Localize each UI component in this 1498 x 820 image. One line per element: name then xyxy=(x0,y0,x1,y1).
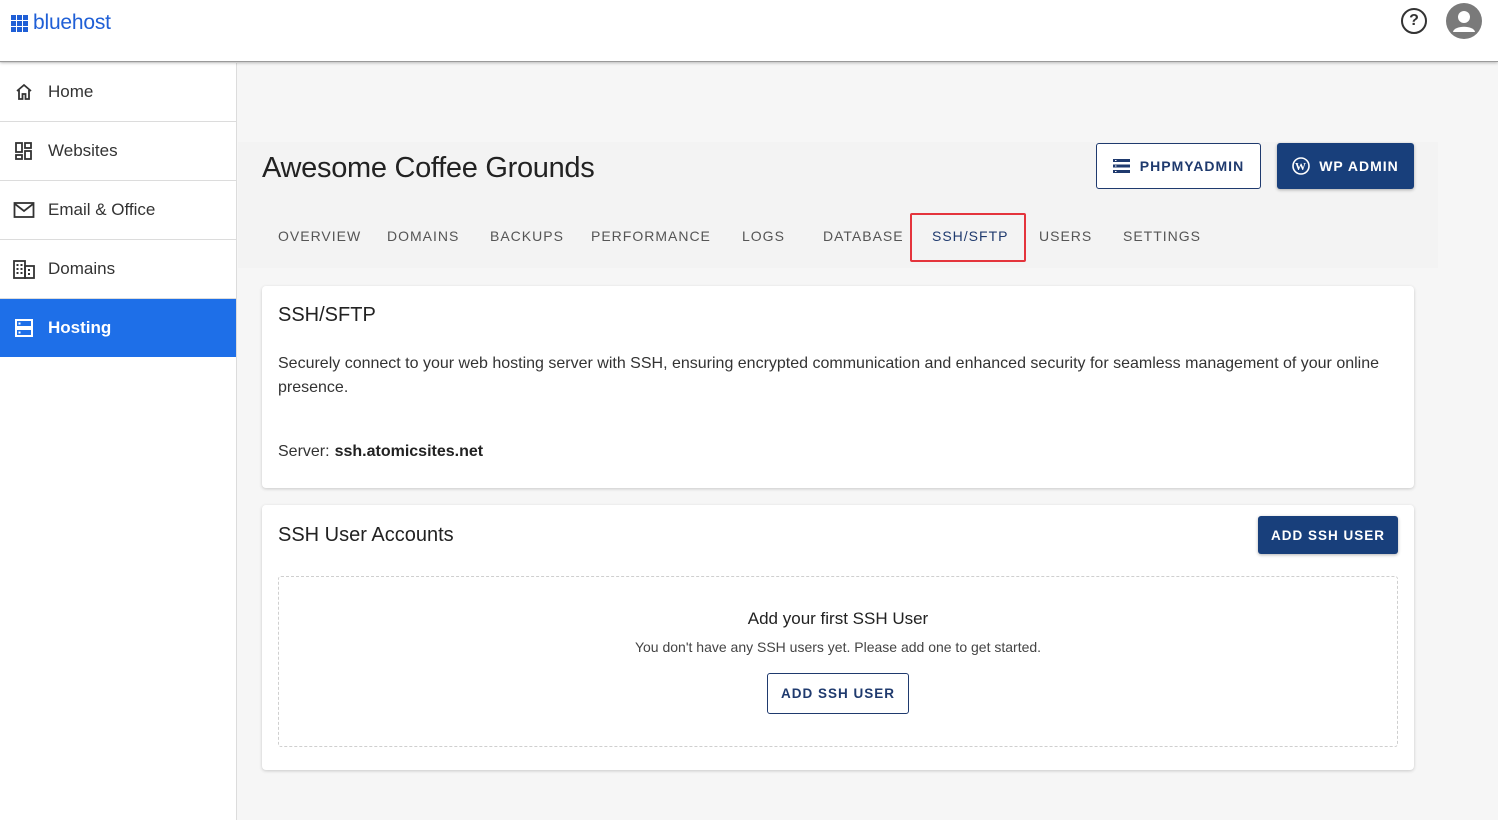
site-tabs: OVERVIEW DOMAINS BACKUPS PERFORMANCE LOG… xyxy=(238,213,1438,262)
sidebar-item-label: Domains xyxy=(48,259,116,278)
svg-text:W: W xyxy=(1295,161,1307,173)
wordpress-icon: W xyxy=(1292,157,1311,175)
empty-state-subtitle: You don't have any SSH users yet. Please… xyxy=(634,639,1042,655)
sidebar-item-home[interactable]: Home xyxy=(0,63,236,122)
server-label: Server: xyxy=(278,443,330,460)
user-avatar-icon[interactable] xyxy=(1446,3,1482,39)
sidebar: Home Websites Email & Office Domains Hos… xyxy=(0,63,237,820)
phpmyadmin-label: PHPMYADMIN xyxy=(1139,158,1245,174)
sidebar-item-domains[interactable]: Domains xyxy=(0,240,236,299)
site-header-panel: Awesome Coffee Grounds PHPMYADMIN W WP A… xyxy=(238,142,1438,268)
add-ssh-user-button[interactable]: ADD SSH USER xyxy=(1258,516,1398,554)
home-icon xyxy=(13,81,35,103)
sidebar-item-label: Home xyxy=(48,82,94,101)
phpmyadmin-button[interactable]: PHPMYADMIN xyxy=(1096,143,1261,189)
empty-state: Add your first SSH User You don't have a… xyxy=(278,576,1398,747)
tab-logs[interactable]: LOGS xyxy=(742,228,785,244)
wp-admin-button[interactable]: W WP ADMIN xyxy=(1277,143,1414,189)
empty-state-title: Add your first SSH User xyxy=(747,609,929,628)
ssh-sftp-card: SSH/SFTP Securely connect to your web ho… xyxy=(262,286,1414,488)
help-circle-icon[interactable]: ? xyxy=(1401,8,1427,34)
tab-users[interactable]: USERS xyxy=(1039,228,1092,244)
tab-performance[interactable]: PERFORMANCE xyxy=(591,228,711,244)
empty-state-add-ssh-user-button[interactable]: ADD SSH USER xyxy=(767,673,909,714)
ssh-user-accounts-card: SSH User Accounts ADD SSH USER Add your … xyxy=(262,505,1414,770)
tab-backups[interactable]: BACKUPS xyxy=(490,228,564,244)
sidebar-item-websites[interactable]: Websites xyxy=(0,122,236,181)
card-title: SSH User Accounts xyxy=(278,524,454,546)
sidebar-item-label: Websites xyxy=(48,141,118,160)
server-info: Server: ssh.atomicsites.net xyxy=(278,443,483,461)
mail-icon xyxy=(13,199,35,221)
bluehost-logo[interactable]: bluehost xyxy=(11,11,111,35)
tab-database[interactable]: DATABASE xyxy=(823,228,904,244)
sidebar-item-email-office[interactable]: Email & Office xyxy=(0,181,236,240)
tab-overview[interactable]: OVERVIEW xyxy=(278,228,361,244)
database-list-icon xyxy=(1112,159,1130,173)
sidebar-item-label: Hosting xyxy=(48,318,112,337)
logo-grid-icon xyxy=(11,14,28,32)
wp-admin-label: WP ADMIN xyxy=(1319,158,1399,174)
logo-text: bluehost xyxy=(33,11,111,34)
card-title: SSH/SFTP xyxy=(278,304,376,326)
tab-settings[interactable]: SETTINGS xyxy=(1123,228,1201,244)
page-title: Awesome Coffee Grounds xyxy=(262,152,595,184)
dashboard-grid-icon xyxy=(13,140,35,162)
building-icon xyxy=(13,258,35,280)
tab-domains[interactable]: DOMAINS xyxy=(387,228,459,244)
tab-ssh-sftp[interactable]: SSH/SFTP xyxy=(932,228,1008,244)
server-icon xyxy=(13,317,35,339)
ssh-description: Securely connect to your web hosting ser… xyxy=(278,355,1380,396)
sidebar-item-label: Email & Office xyxy=(48,200,156,219)
sidebar-item-hosting[interactable]: Hosting xyxy=(0,299,236,357)
server-value: ssh.atomicsites.net xyxy=(334,443,484,460)
top-bar: bluehost ? xyxy=(0,0,1498,62)
